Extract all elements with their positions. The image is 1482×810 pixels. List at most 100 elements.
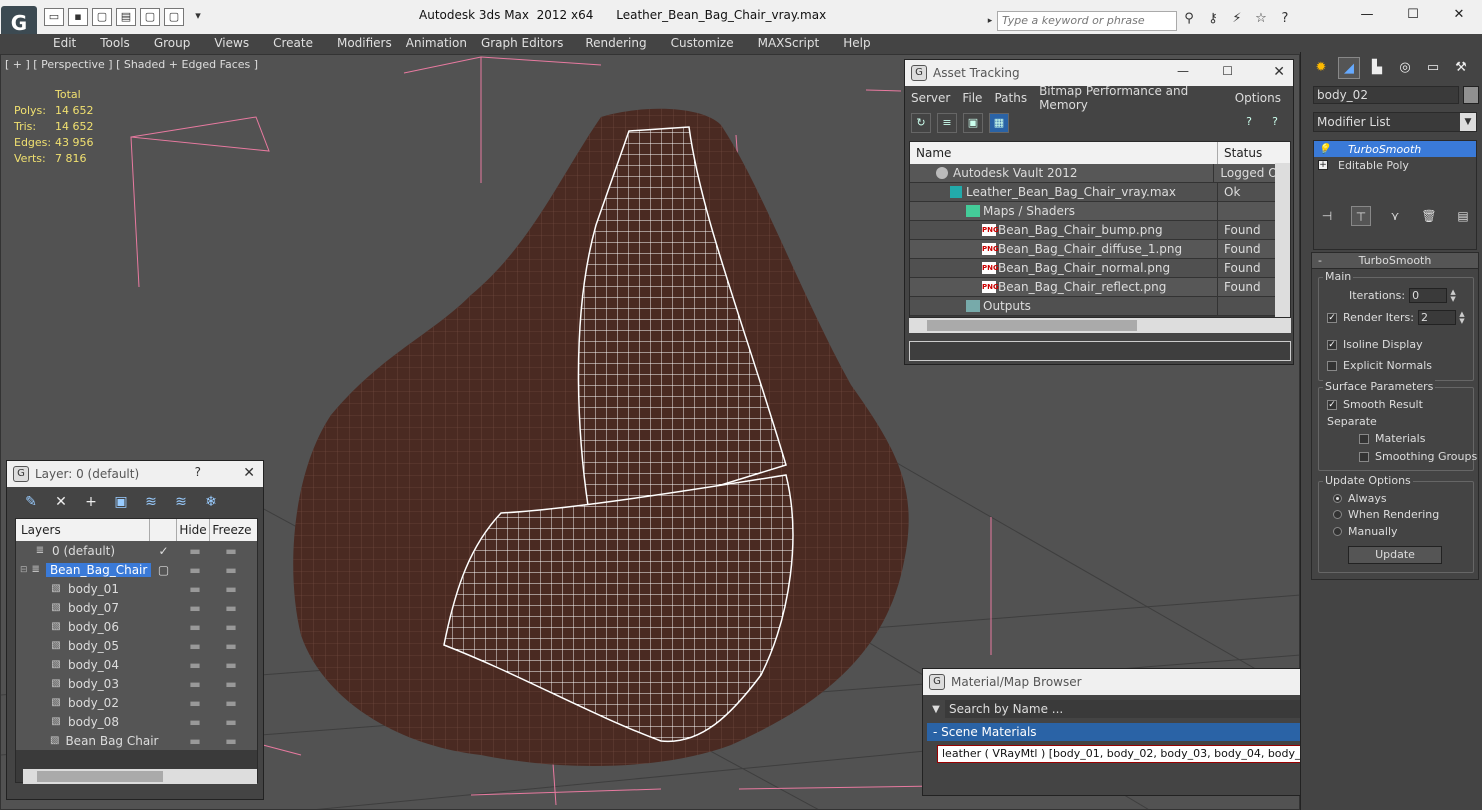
layer-row[interactable]: ▧ body_03 ▬ ▬ (16, 674, 257, 693)
col-hide[interactable]: Hide (177, 519, 210, 541)
layer-row[interactable]: ▧ body_07 ▬ ▬ (16, 598, 257, 617)
project-folder-icon[interactable]: ▢ (164, 8, 184, 26)
layer-row[interactable]: ▧ body_02 ▬ ▬ (16, 693, 257, 712)
asset-menu-paths[interactable]: Paths (994, 91, 1027, 105)
show-end-result-icon[interactable]: ⊤ (1351, 206, 1371, 226)
close-button[interactable]: ✕ (1436, 0, 1482, 30)
layer-row[interactable]: ▧ body_05 ▬ ▬ (16, 636, 257, 655)
refresh-icon[interactable]: ↻ (911, 113, 931, 133)
configure-sets-icon[interactable]: ▤ (1453, 206, 1473, 226)
table-row[interactable]: Autodesk Vault 2012 Logged Out (910, 163, 1290, 183)
menu-rendering[interactable]: Rendering (585, 36, 654, 50)
asset-path-field[interactable] (909, 341, 1291, 361)
layer-row[interactable]: ▧ body_08 ▬ ▬ (16, 712, 257, 731)
save-icon[interactable]: ▪ (68, 8, 88, 26)
menu-customize[interactable]: Customize (671, 36, 742, 50)
freeze-toggle[interactable]: ▬ (213, 715, 249, 729)
menu-modifiers[interactable]: Modifiers (337, 36, 400, 50)
qat-dropdown-icon[interactable]: ▾ (188, 8, 208, 26)
menu-edit[interactable]: Edit (53, 36, 84, 50)
table-row[interactable]: PNG Bean_Bag_Chair_normal.png Found (910, 258, 1290, 278)
freeze-toggle[interactable]: ▬ (213, 563, 249, 577)
key-icon[interactable]: ⚷ (1204, 10, 1222, 28)
maximize-icon[interactable]: ☐ (1222, 64, 1233, 78)
binoculars-icon[interactable]: ⚲ (1180, 10, 1198, 28)
table-view-icon[interactable]: ▦ (989, 113, 1009, 133)
stack-item-turbosmooth[interactable]: 💡 TurboSmooth (1314, 141, 1476, 157)
layer-row[interactable]: ▧ Bean Bag Chair ▬ ▬ (16, 731, 257, 750)
modifier-list-dropdown[interactable]: Modifier List ▼ (1313, 112, 1477, 132)
update-button[interactable]: Update (1348, 546, 1442, 564)
explicit-normals-checkbox[interactable] (1327, 360, 1337, 371)
asset-menu-bitmap[interactable]: Bitmap Performance and Memory (1039, 84, 1223, 112)
hide-toggle[interactable]: ▬ (177, 658, 213, 672)
search-input[interactable]: Type a keyword or phrase (997, 11, 1177, 31)
help-button[interactable]: ? (195, 465, 201, 479)
maximize-button[interactable]: ☐ (1390, 0, 1436, 30)
menu-group[interactable]: Group (154, 36, 199, 50)
when-rendering-radio[interactable] (1333, 510, 1342, 519)
make-unique-icon[interactable]: ⋎ (1385, 206, 1405, 226)
modify-tab-icon[interactable]: ◢ (1338, 57, 1360, 79)
layer-manager-titlebar[interactable]: G Layer: 0 (default) ? ✕ (7, 461, 263, 487)
freeze-toggle[interactable]: ▬ (213, 734, 249, 748)
delete-layer-icon[interactable]: ✕ (51, 492, 71, 512)
hierarchy-tab-icon[interactable]: ▙ (1366, 57, 1388, 79)
search-options-dropdown-icon[interactable]: ▼ (927, 704, 945, 715)
close-icon[interactable]: ✕ (1273, 64, 1285, 80)
pin-stack-icon[interactable]: ⊣ (1317, 206, 1337, 226)
hide-toggle[interactable]: ▬ (177, 544, 213, 558)
close-icon[interactable]: ✕ (243, 465, 255, 481)
freeze-toggle[interactable]: ▬ (213, 658, 249, 672)
layer-row[interactable]: ⊟ ≣ Bean_Bag_Chair ▢ ▬ ▬ (16, 560, 257, 579)
freeze-toggle[interactable]: ▬ (213, 601, 249, 615)
hide-toggle[interactable]: ▬ (177, 639, 213, 653)
hide-toggle[interactable]: ▬ (177, 696, 213, 710)
new-layer-icon[interactable]: ✎ (21, 492, 41, 512)
current-layer-mark[interactable]: ✓ (150, 544, 177, 558)
smooth-result-checkbox[interactable]: ✓ (1327, 399, 1337, 410)
asset-tracking-titlebar[interactable]: G Asset Tracking — ☐ ✕ (905, 60, 1293, 86)
hide-toggle[interactable]: ▬ (177, 715, 213, 729)
satellite-icon[interactable]: ⚡ (1228, 10, 1246, 28)
layer-horizontal-scrollbar[interactable] (23, 769, 257, 784)
col-layers[interactable]: Layers (16, 519, 150, 541)
highlight-layer-icon[interactable]: ≋ (141, 492, 161, 512)
spinner-arrows-icon[interactable]: ▲ ▼ (1458, 310, 1466, 325)
object-color-swatch[interactable] (1463, 86, 1479, 104)
search-expand-icon[interactable]: ▸ (984, 11, 996, 31)
menu-help[interactable]: Help (843, 36, 878, 50)
star-icon[interactable]: ☆ (1252, 10, 1270, 28)
help-icon[interactable]: ? (1276, 10, 1294, 28)
freeze-all-icon[interactable]: ❄ (201, 492, 221, 512)
hide-toggle[interactable]: ▬ (177, 734, 213, 748)
col-name[interactable]: Name (910, 142, 1218, 164)
isoline-checkbox[interactable]: ✓ (1327, 339, 1337, 350)
freeze-toggle[interactable]: ▬ (213, 677, 249, 691)
freeze-toggle[interactable]: ▬ (213, 696, 249, 710)
spinner-arrows-icon[interactable]: ▲ ▼ (1449, 288, 1457, 303)
expand-icon[interactable]: + (1318, 160, 1328, 170)
select-in-layer-icon[interactable]: ▣ (111, 492, 131, 512)
asset-menu-server[interactable]: Server (911, 91, 950, 105)
asset-help-alt-icon[interactable]: ? (1265, 113, 1285, 133)
layer-row[interactable]: ▧ body_06 ▬ ▬ (16, 617, 257, 636)
layer-row[interactable]: ≣ 0 (default) ✓ ▬ ▬ (16, 541, 257, 560)
freeze-toggle[interactable]: ▬ (213, 639, 249, 653)
hide-toggle[interactable]: ▬ (177, 563, 213, 577)
render-iters-checkbox[interactable]: ✓ (1327, 312, 1337, 323)
asset-vertical-scrollbar[interactable] (1275, 163, 1290, 317)
stack-item-editable-poly[interactable]: + Editable Poly (1314, 157, 1476, 173)
freeze-toggle[interactable]: ▬ (213, 620, 249, 634)
menu-tools[interactable]: Tools (100, 36, 138, 50)
menu-create[interactable]: Create (273, 36, 321, 50)
hide-toggle[interactable]: ▬ (177, 677, 213, 691)
asset-horizontal-scrollbar[interactable] (909, 318, 1291, 333)
fetch-icon[interactable]: ▢ (140, 8, 160, 26)
current-layer-mark[interactable]: ▢ (150, 563, 177, 577)
menu-graph-editors[interactable]: Graph Editors (481, 36, 571, 50)
freeze-toggle[interactable]: ▬ (213, 582, 249, 596)
col-freeze[interactable]: Freeze (210, 523, 254, 537)
iterations-spinner[interactable]: 0 (1409, 288, 1448, 303)
freeze-toggle[interactable]: ▬ (213, 544, 249, 558)
